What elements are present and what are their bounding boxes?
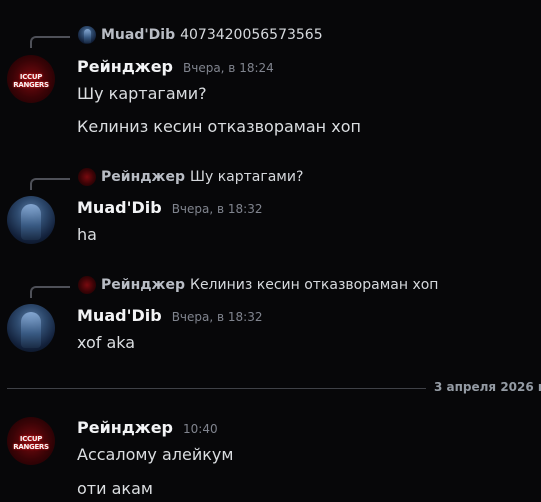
username[interactable]: Рейнджер: [77, 57, 173, 76]
avatar[interactable]: [7, 196, 55, 244]
reply-text[interactable]: 4073420056573565: [180, 27, 323, 43]
message-text: Ассалому алейкум: [77, 445, 234, 464]
reply-author[interactable]: Рейнджер: [101, 169, 185, 185]
iccup-rangers-logo: ICCUP RANGERS: [13, 73, 49, 89]
username[interactable]: Muad'Dib: [77, 198, 162, 217]
avatar[interactable]: [7, 304, 55, 352]
reply-preview[interactable]: Muad'Dib 4073420056573565: [78, 26, 323, 44]
message-text: ha: [77, 225, 97, 244]
chat-message-list[interactable]: Muad'Dib 4073420056573565 ICCUP RANGERS …: [0, 0, 541, 502]
reply-connector: [30, 36, 70, 48]
reply-avatar: [78, 276, 96, 294]
reply-preview[interactable]: Рейнджер Шу картагами?: [78, 168, 303, 186]
message-text: Шу картагами?: [77, 84, 207, 103]
avatar[interactable]: ICCUP RANGERS: [7, 417, 55, 465]
muad-dib-figure: [21, 204, 41, 240]
muad-dib-figure: [21, 312, 41, 348]
username[interactable]: Рейнджер: [77, 418, 173, 437]
reply-author[interactable]: Muad'Dib: [101, 27, 175, 43]
reply-text[interactable]: Келиниз кесин отказвораман хоп: [190, 277, 438, 293]
reply-author[interactable]: Рейнджер: [101, 277, 185, 293]
reply-avatar: [78, 26, 96, 44]
message-header: Рейнджер 10:40: [77, 418, 218, 438]
reply-connector: [30, 286, 70, 298]
reply-text[interactable]: Шу картагами?: [190, 169, 303, 185]
message-header: Muad'Dib Вчера, в 18:32: [77, 198, 262, 218]
timestamp[interactable]: 10:40: [183, 422, 218, 436]
timestamp[interactable]: Вчера, в 18:32: [172, 310, 263, 324]
timestamp[interactable]: Вчера, в 18:24: [183, 61, 274, 75]
username[interactable]: Muad'Dib: [77, 306, 162, 325]
timestamp[interactable]: Вчера, в 18:32: [172, 202, 263, 216]
avatar[interactable]: ICCUP RANGERS: [7, 55, 55, 103]
reply-preview[interactable]: Рейнджер Келиниз кесин отказвораман хоп: [78, 276, 438, 294]
iccup-rangers-logo: ICCUP RANGERS: [13, 435, 49, 451]
reply-connector: [30, 178, 70, 190]
message-header: Muad'Dib Вчера, в 18:32: [77, 306, 262, 326]
message-text: оти акам: [77, 479, 153, 498]
message-text: xof aka: [77, 333, 136, 352]
date-divider-label: 3 апреля 2026 г: [426, 380, 541, 394]
reply-avatar: [78, 168, 96, 186]
message-header: Рейнджер Вчера, в 18:24: [77, 57, 274, 77]
message-text: Келиниз кесин отказвораман хоп: [77, 117, 361, 136]
